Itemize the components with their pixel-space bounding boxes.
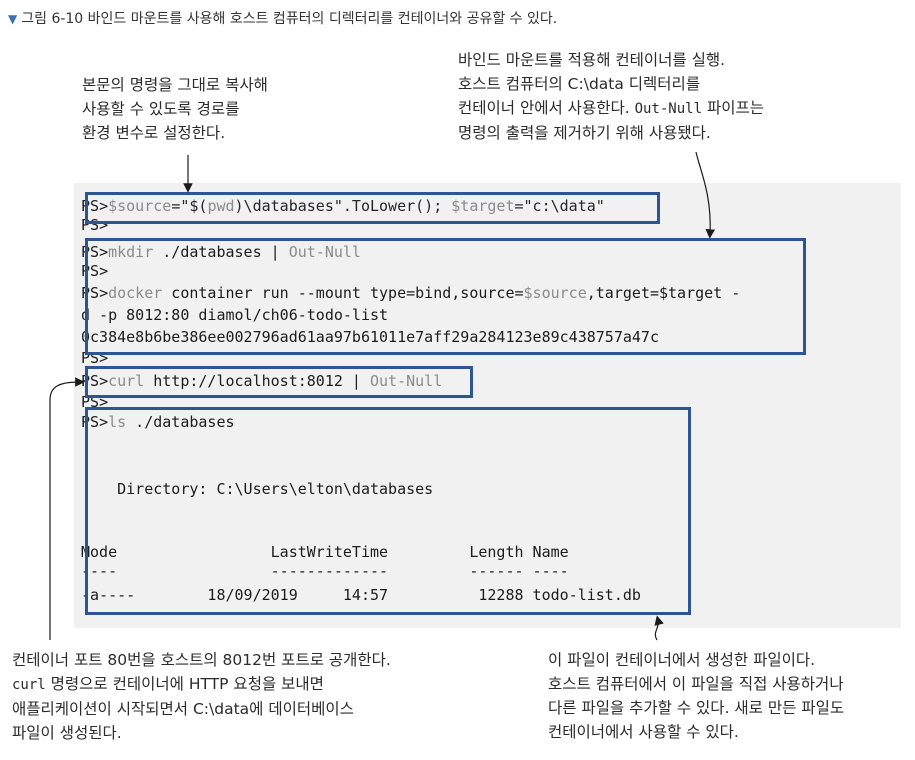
note-line: 컨테이너에서 사용할 수 있다. bbox=[548, 723, 739, 741]
note-line: 다른 파일을 추가할 수 있다. 새로 만든 파일도 bbox=[548, 699, 845, 717]
note-line: 컨테이너 포트 80번을 호스트의 8012번 포트로 공개한다. bbox=[12, 651, 391, 669]
note-port-publish: 컨테이너 포트 80번을 호스트의 8012번 포트로 공개한다. curl 명… bbox=[12, 648, 391, 745]
callout-arrows bbox=[49, 151, 716, 641]
note-code: curl bbox=[12, 677, 46, 693]
note-line: 이 파일이 컨테이너에서 생성한 파일이다. bbox=[548, 651, 816, 669]
note-line: 애플리케이션이 시작되면서 C:\data에 데이터베이스 bbox=[12, 700, 354, 718]
note-line: curl 명령으로 컨테이너에 HTTP 요청을 보내면 bbox=[12, 672, 391, 697]
note-db-file: 이 파일이 컨테이너에서 생성한 파일이다. 호스트 컴퓨터에서 이 파일을 직… bbox=[548, 648, 844, 744]
arrow-docker-run bbox=[695, 151, 716, 239]
note-text: 명령으로 컨테이너에 HTTP 요청을 보내면 bbox=[45, 675, 324, 693]
arrow-curl bbox=[49, 377, 85, 640]
note-line: 호스트 컴퓨터에서 이 파일을 직접 사용하거나 bbox=[548, 675, 844, 693]
note-line: 파일이 생성된다. bbox=[12, 724, 122, 742]
arrow-file bbox=[654, 615, 664, 641]
